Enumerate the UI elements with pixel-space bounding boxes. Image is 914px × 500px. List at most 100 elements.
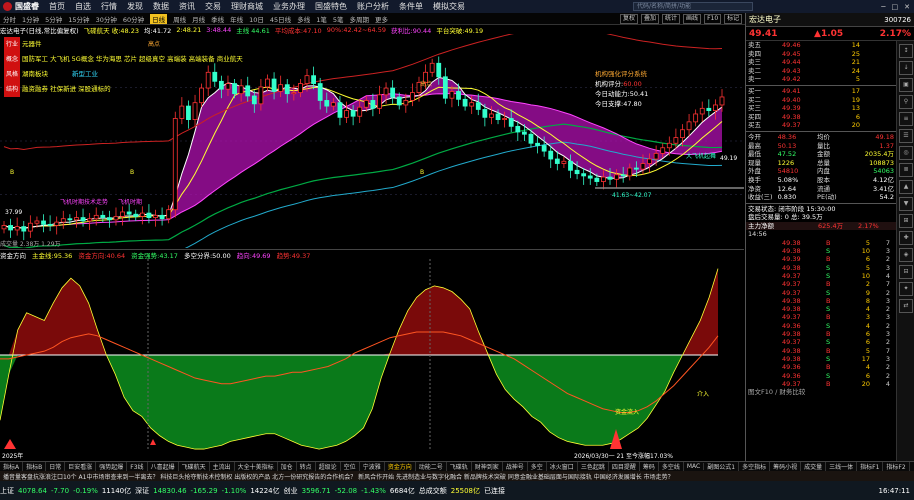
menu-item[interactable]: 数据	[153, 2, 169, 11]
period-tab[interactable]: 1分钟	[22, 14, 39, 24]
sidebar-tool-icon[interactable]: ◎	[899, 146, 913, 160]
indicator-tab[interactable]: 四目提醒	[609, 462, 640, 471]
indicator-tab[interactable]: 冰火窗口	[547, 462, 578, 471]
period-tab[interactable]: 45日线	[270, 14, 291, 24]
fund-direction-chart[interactable]: 2026/03/30一 21 至今涨幅17.03% 资金流入 介入 2025年	[0, 259, 744, 459]
sidebar-tool-icon[interactable]: ↓	[899, 61, 913, 75]
indicator-tab[interactable]: 强势起爆	[96, 462, 128, 471]
sidebar-tool-icon[interactable]: ▲	[899, 180, 913, 194]
period-tab[interactable]: 1笔	[316, 14, 327, 24]
period-tab[interactable]: 多线	[297, 14, 310, 24]
period-tab[interactable]: 日线	[150, 13, 168, 24]
order-book-row[interactable]: 买二 49.40 19	[746, 96, 896, 105]
indicator-tab[interactable]: 加仓	[278, 462, 297, 471]
menu-item[interactable]: 理财商城	[231, 2, 263, 11]
order-book-row[interactable]: 买三 49.39 13	[746, 104, 896, 113]
indicator-tab[interactable]: 多空线	[659, 462, 684, 471]
tool-button[interactable]: 标记	[724, 14, 743, 24]
menu-item[interactable]: 交易	[205, 2, 221, 11]
indicator-tab[interactable]: 指标F1	[857, 462, 884, 471]
period-tab[interactable]: 5分钟	[45, 14, 62, 24]
indicator-tab[interactable]: 指标F2	[883, 462, 910, 471]
menu-item[interactable]: 首页	[49, 2, 65, 11]
close-icon[interactable]: ✕	[904, 3, 910, 11]
menu-item[interactable]: 模拟交易	[433, 2, 465, 11]
order-book-row[interactable]: 卖四 49.45 25	[746, 50, 896, 59]
order-book-row[interactable]: 买五 49.37 20	[746, 121, 896, 130]
period-tab[interactable]: 30分钟	[96, 14, 117, 24]
sidebar-tool-icon[interactable]: ⇄	[899, 299, 913, 313]
sidebar-tool-icon[interactable]: ↕	[899, 44, 913, 58]
sidebar-tool-icon[interactable]: ≣	[899, 163, 913, 177]
indicator-tab[interactable]: 筹码	[640, 462, 659, 471]
period-tab[interactable]: 月线	[192, 14, 205, 24]
indicator-tab[interactable]: 主流出	[210, 462, 235, 471]
indicator-tab[interactable]: 三色起跳	[578, 462, 609, 471]
indicator-tab[interactable]: 指标B	[23, 462, 47, 471]
sidebar-tool-icon[interactable]: ✚	[899, 231, 913, 245]
indicator-tab[interactable]: 日常	[46, 462, 66, 471]
sidebar-tool-icon[interactable]: ▣	[899, 78, 913, 92]
period-tab[interactable]: 周线	[173, 14, 186, 24]
menu-item[interactable]: 发现	[127, 2, 143, 11]
indicator-tab[interactable]: 资金方向	[385, 462, 416, 471]
tool-button[interactable]: 统计	[662, 14, 681, 24]
menu-item[interactable]: 业务办理	[273, 2, 305, 11]
indicator-tab[interactable]: MAC	[684, 463, 705, 470]
order-book-row[interactable]: 卖三 49.44 21	[746, 58, 896, 67]
indicator-tab[interactable]: 多空指标	[739, 462, 771, 471]
indicator-tab[interactable]: F3线	[127, 462, 148, 471]
app-logo[interactable]: 国盛睿	[0, 1, 44, 12]
menu-item[interactable]: 自选	[75, 2, 91, 11]
indicator-tab[interactable]: 筹码小视	[770, 462, 802, 471]
period-tab[interactable]: 分时	[3, 14, 16, 24]
menu-item[interactable]: 行情	[101, 2, 117, 11]
fund-direction-svg[interactable]: 2026/03/30一 21 至今涨幅17.03% 资金流入 介入 2025年	[0, 259, 744, 459]
indicator-tab[interactable]: 大全十美指标	[235, 462, 278, 471]
indicator-tab[interactable]: 超级论	[316, 462, 341, 471]
period-tab[interactable]: 年线	[230, 14, 243, 24]
indicator-tab[interactable]: 动能二号	[416, 462, 447, 471]
indicator-tab[interactable]: 飞碟轨	[447, 462, 472, 471]
indicator-tab[interactable]: 成交量	[801, 462, 827, 471]
maximize-icon[interactable]: □	[892, 3, 899, 11]
period-tab[interactable]: 5笔	[333, 14, 344, 24]
order-book-row[interactable]: 卖一 49.42 5	[746, 75, 896, 84]
menu-item[interactable]: 国盛特色	[315, 2, 347, 11]
order-book-row[interactable]: 买四 49.38 6	[746, 113, 896, 122]
kline-chart[interactable]: 高点 高点 37.99 41.63~42.07 49.19 大飞机起舞 飞机时期技术走势 飞机…	[0, 34, 744, 248]
sidebar-tool-icon[interactable]: ⊞	[899, 214, 913, 228]
indicator-tab[interactable]: 飞碟航天	[179, 462, 210, 471]
period-tab[interactable]: 15分钟	[68, 14, 89, 24]
tool-button[interactable]: F10	[704, 14, 722, 24]
indicator-tab[interactable]: 三线一体	[826, 462, 858, 471]
tool-button[interactable]: 复权	[620, 14, 639, 24]
sidebar-tool-icon[interactable]: ▼	[899, 197, 913, 211]
period-tab[interactable]: 10日	[249, 14, 264, 24]
tool-button[interactable]: 画线	[683, 14, 702, 24]
indicator-tab[interactable]: 战神号	[503, 462, 528, 471]
indicator-tab[interactable]: 八喜起爆	[148, 462, 179, 471]
indicator-tab[interactable]: 转点	[297, 462, 316, 471]
sidebar-tool-icon[interactable]: ◈	[899, 248, 913, 262]
menu-item[interactable]: 账户分析	[357, 2, 389, 11]
indicator-tab[interactable]: 指标A	[0, 462, 24, 471]
indicator-tab[interactable]: 财神到家	[472, 462, 503, 471]
period-tab[interactable]: 季线	[211, 14, 224, 24]
minimize-icon[interactable]: ─	[881, 3, 885, 11]
indicator-tab[interactable]: 多空	[528, 462, 547, 471]
order-book-row[interactable]: 卖五 49.46 14	[746, 41, 896, 50]
tool-button[interactable]: 叠加	[641, 14, 660, 24]
period-tab[interactable]: 60分钟	[123, 14, 144, 24]
sidebar-tool-icon[interactable]: ≡	[899, 112, 913, 126]
news-ticker[interactable]: 播音量客盘抗涨浪注口10个 A1中市场审查来到一半离去？ 科技巨头抢夺新技术控制…	[0, 471, 914, 481]
period-tab[interactable]: 更多	[375, 14, 388, 24]
period-tab[interactable]: 多周期	[349, 14, 369, 24]
search-input[interactable]: 代码/名称/简拼/功能	[633, 2, 753, 11]
sidebar-tool-icon[interactable]: ⊟	[899, 265, 913, 279]
bottom-label[interactable]: 图文F10 / 财务比较	[746, 388, 896, 396]
indicator-tab[interactable]: 副图公式1	[704, 462, 740, 471]
order-book-row[interactable]: 卖二 49.43 24	[746, 67, 896, 76]
sidebar-tool-icon[interactable]: ⚲	[899, 95, 913, 109]
menu-item[interactable]: 资讯	[179, 2, 195, 11]
